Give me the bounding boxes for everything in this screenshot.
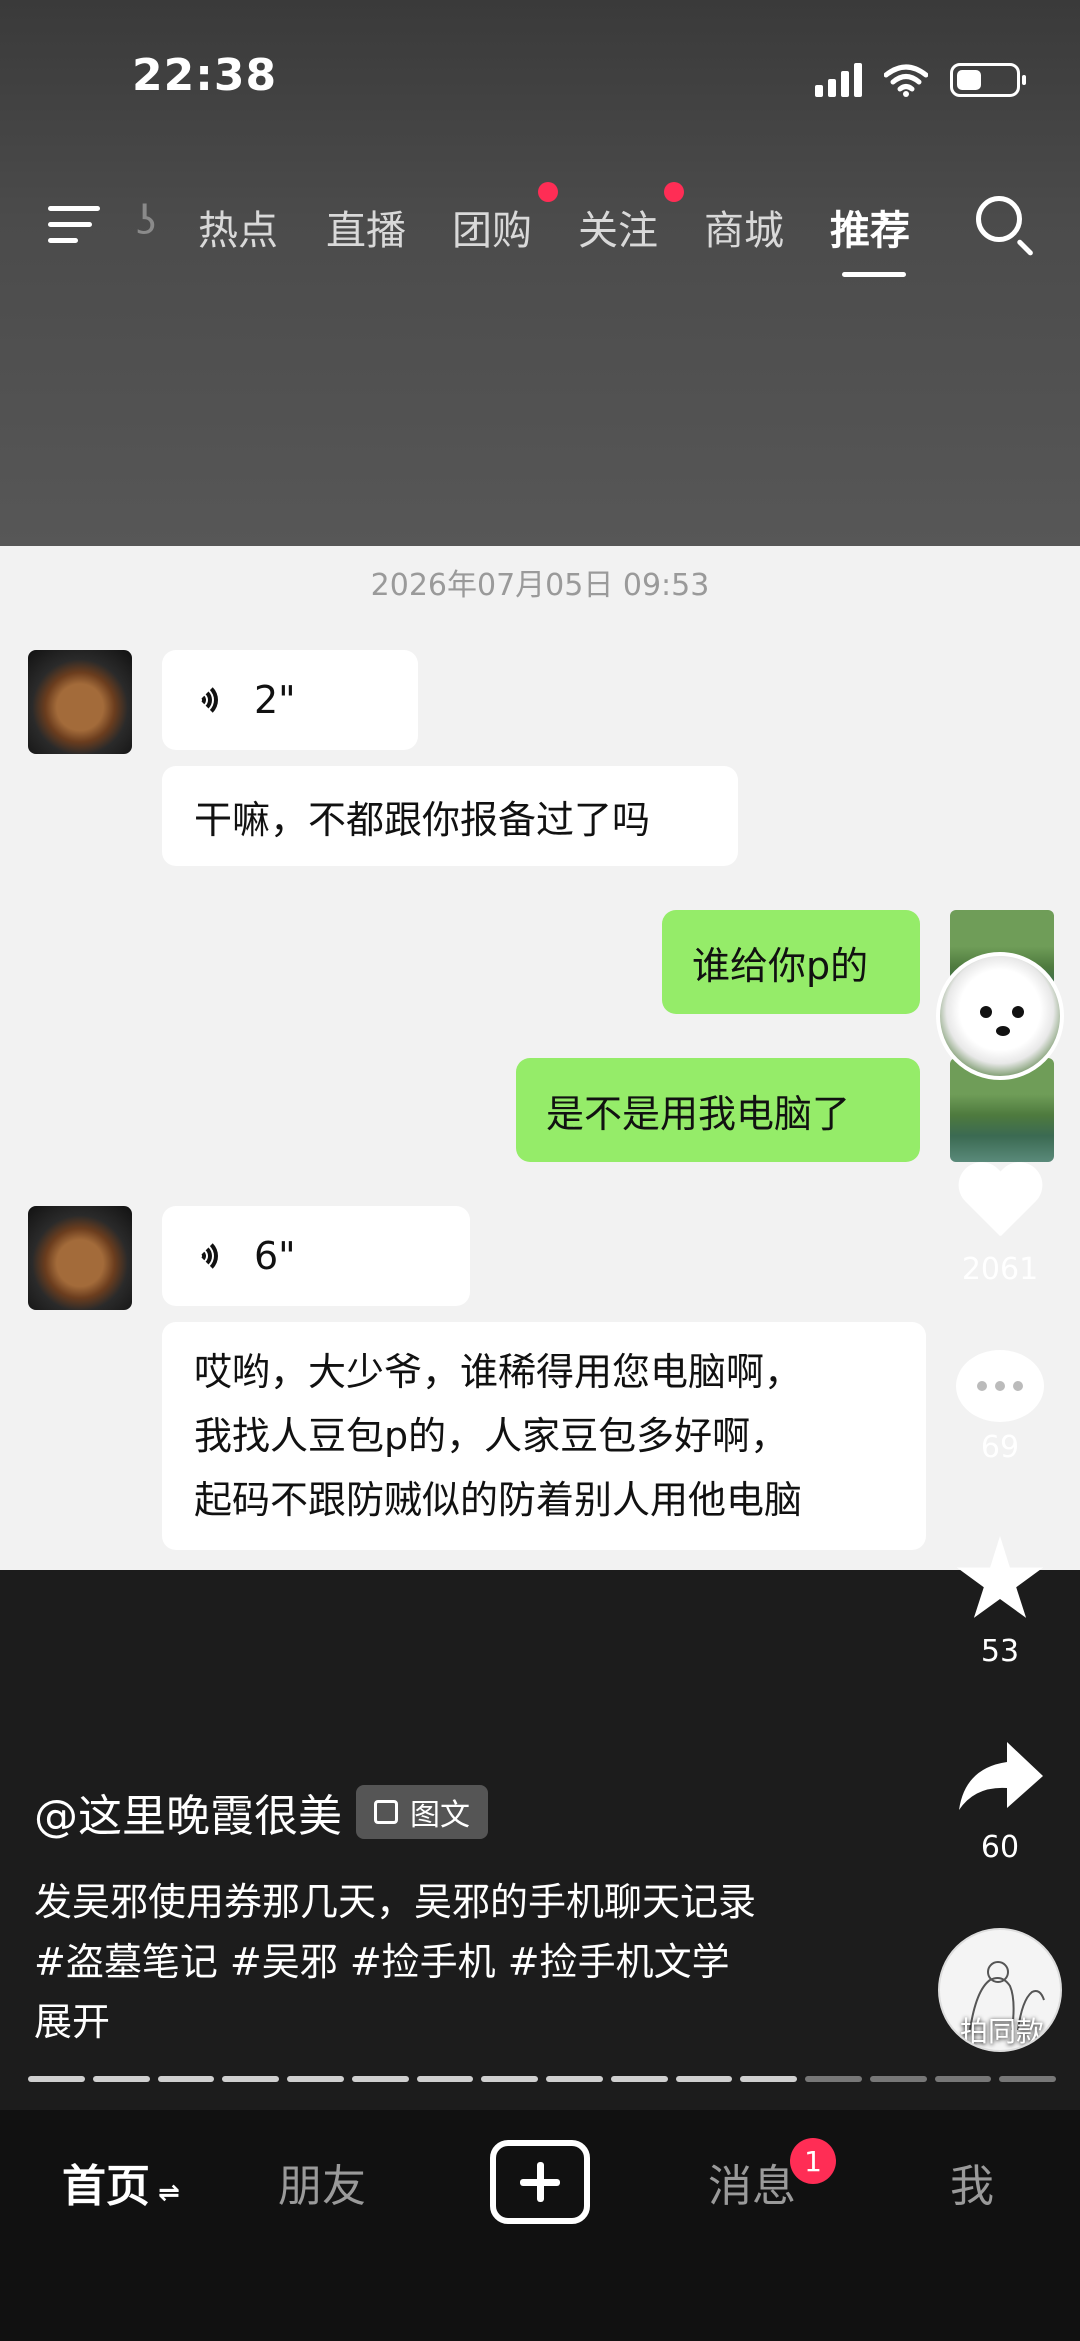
chat-timestamp: 2026年07月05日 09:53 <box>370 568 710 603</box>
messages-badge: 1 <box>790 2138 836 2184</box>
post-type-label: 图文 <box>410 1798 470 1833</box>
menu-icon[interactable] <box>48 202 104 248</box>
tab-hot[interactable]: 热点 <box>198 198 278 256</box>
refresh-icon: ⇌ <box>158 2178 180 2208</box>
hashtags[interactable]: #盗墓笔记 #吴邪 #捡手机 #捡手机文学 <box>34 1932 756 1992</box>
status-icons <box>815 60 1026 100</box>
voice-message: 2" <box>162 650 418 750</box>
post-type-badge: 图文 <box>356 1785 488 1839</box>
message-bubble: 哎哟，大少爷，谁稀得用您电脑啊， 我找人豆包p的，人家豆包多好啊， 起码不跟防贼… <box>162 1322 926 1550</box>
status-time: 22:38 <box>132 50 278 101</box>
share-count: 60 <box>980 1830 1020 1865</box>
progress-segment <box>416 2076 474 2082</box>
group-buy-dot <box>538 182 558 202</box>
create-button[interactable] <box>490 2140 590 2224</box>
progress-segment <box>869 2076 927 2082</box>
progress-segment <box>351 2076 409 2082</box>
star-icon[interactable] <box>956 1536 1044 1618</box>
comment-icon[interactable] <box>956 1350 1044 1422</box>
tab-partial[interactable]: ʖ <box>136 198 156 244</box>
voice-duration: 6" <box>254 1234 296 1278</box>
tab-mall[interactable]: 商城 <box>704 198 784 256</box>
favorite-count: 53 <box>980 1634 1020 1669</box>
nav-home-label: 首页 <box>62 2161 150 2212</box>
share-icon[interactable] <box>955 1738 1045 1818</box>
heart-icon[interactable] <box>955 1164 1045 1244</box>
description-text: 发吴邪使用券那几天，吴邪的手机聊天记录 <box>34 1880 757 1924</box>
same-style-button[interactable]: 拍同款 <box>938 1928 1062 2052</box>
nav-messages[interactable]: 消息 <box>708 2150 796 2214</box>
search-icon[interactable] <box>974 194 1038 258</box>
message-line: 我找人豆包p的，人家豆包多好啊， <box>194 1414 789 1458</box>
image-text-icon <box>374 1800 398 1824</box>
author-name[interactable]: @这里晚霞很美 <box>34 1780 342 1844</box>
like-count: 2061 <box>961 1252 1039 1287</box>
chat-screenshot[interactable]: 2026年07月05日 09:53 2" 干嘛，不都跟你报备过了吗 谁给你p的 … <box>0 546 1080 1570</box>
same-style-label: 拍同款 <box>959 2015 1044 2048</box>
expand-link[interactable]: 展开 <box>34 1992 756 2052</box>
nav-home[interactable]: 首页 ⇌ <box>62 2150 180 2214</box>
progress-segment <box>222 2076 279 2082</box>
progress-segment <box>675 2076 733 2082</box>
message-bubble: 干嘛，不都跟你报备过了吗 <box>162 766 738 866</box>
tab-recommend[interactable]: 推荐 <box>830 198 910 256</box>
message-bubble-self: 谁给你p的 <box>662 910 920 1014</box>
progress-segment <box>481 2076 538 2082</box>
share-action[interactable]: 60 <box>950 1738 1050 1865</box>
voice-icon <box>194 1238 230 1274</box>
like-action[interactable]: 2061 <box>950 1164 1050 1287</box>
progress-segment <box>740 2076 797 2082</box>
voice-message: 6" <box>162 1206 470 1306</box>
post-description[interactable]: 发吴邪使用券那几天，吴邪的手机聊天记录 #盗墓笔记 #吴邪 #捡手机 #捡手机文… <box>34 1872 756 2052</box>
progress-segment <box>805 2076 862 2082</box>
message-line: 起码不跟防贼似的防着别人用他电脑 <box>194 1478 803 1522</box>
comment-count: 69 <box>980 1430 1020 1465</box>
tab-live[interactable]: 直播 <box>326 198 406 256</box>
voice-icon <box>194 682 230 718</box>
progress-segment <box>610 2076 668 2082</box>
contact-avatar <box>28 1206 132 1310</box>
progress-segment <box>287 2076 344 2082</box>
top-nav: ʖ 热点 直播 团购 关注 商城 推荐 <box>0 180 1080 290</box>
contact-avatar <box>28 650 132 754</box>
creator-avatar[interactable] <box>936 952 1064 1080</box>
status-bar: 22:38 <box>0 0 1080 160</box>
battery-icon <box>950 63 1026 97</box>
tab-group-buy[interactable]: 团购 <box>452 198 532 256</box>
image-progress-bar <box>28 2076 1056 2082</box>
signal-icon <box>815 63 862 97</box>
comment-action[interactable]: 69 <box>950 1350 1050 1465</box>
voice-duration: 2" <box>254 678 296 722</box>
progress-segment <box>157 2076 215 2082</box>
progress-segment <box>28 2076 85 2082</box>
progress-segment <box>92 2076 150 2082</box>
progress-segment <box>546 2076 603 2082</box>
progress-segment <box>999 2076 1056 2082</box>
tab-following[interactable]: 关注 <box>578 198 658 256</box>
favorite-action[interactable]: 53 <box>950 1536 1050 1669</box>
nav-friends[interactable]: 朋友 <box>278 2150 366 2214</box>
nav-me[interactable]: 我 <box>950 2150 994 2214</box>
wifi-icon <box>884 64 928 97</box>
following-dot <box>664 182 684 202</box>
progress-segment <box>934 2076 992 2082</box>
message-line: 哎哟，大少爷，谁稀得用您电脑啊， <box>194 1350 803 1394</box>
post-author-row: @这里晚霞很美 图文 <box>34 1780 488 1844</box>
message-bubble-self: 是不是用我电脑了 <box>516 1058 920 1162</box>
active-tab-indicator <box>842 272 906 277</box>
